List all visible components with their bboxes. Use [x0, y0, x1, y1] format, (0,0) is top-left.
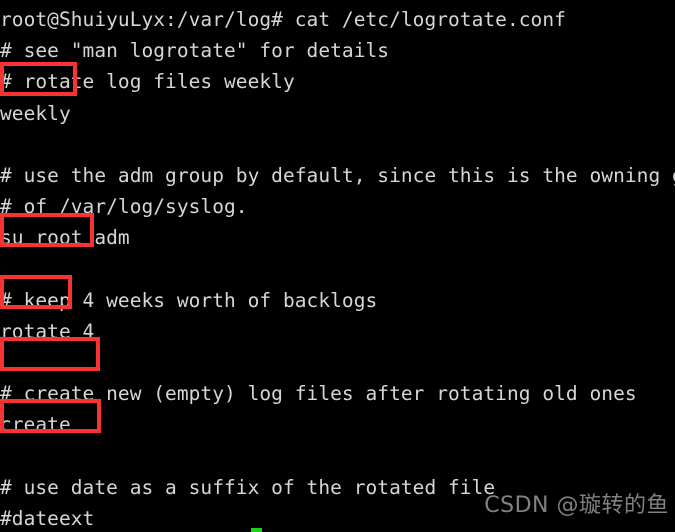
terminal-output: root@ShuiyuLyx:/var/log# cat /etc/logrot… — [0, 4, 675, 532]
terminal-line: # rotate log files weekly — [0, 70, 295, 94]
terminal-line: # keep 4 weeks worth of backlogs — [0, 288, 378, 312]
csdn-watermark: CSDN @璇转的鱼 — [484, 493, 669, 518]
terminal-line-rotate: rotate 4 — [0, 319, 95, 343]
terminal-window[interactable]: . . . root@ShuiyuLyx:/var/log# cat /etc/… — [0, 0, 675, 532]
terminal-line-weekly: weekly — [0, 101, 71, 125]
terminal-line: # use the adm group by default, since th… — [0, 163, 675, 187]
terminal-line: # of /var/log/syslog. — [0, 195, 248, 219]
terminal-line: # see "man logrotate" for details — [0, 39, 390, 63]
terminal-line-su-root-adm: su root adm — [0, 226, 130, 250]
terminal-cursor — [251, 528, 262, 532]
terminal-line-prompt: root@ShuiyuLyx:/var/log# cat /etc/logrot… — [0, 8, 566, 31]
terminal-line-create: create — [0, 413, 71, 437]
terminal-line: # create new (empty) log files after rot… — [0, 382, 637, 406]
